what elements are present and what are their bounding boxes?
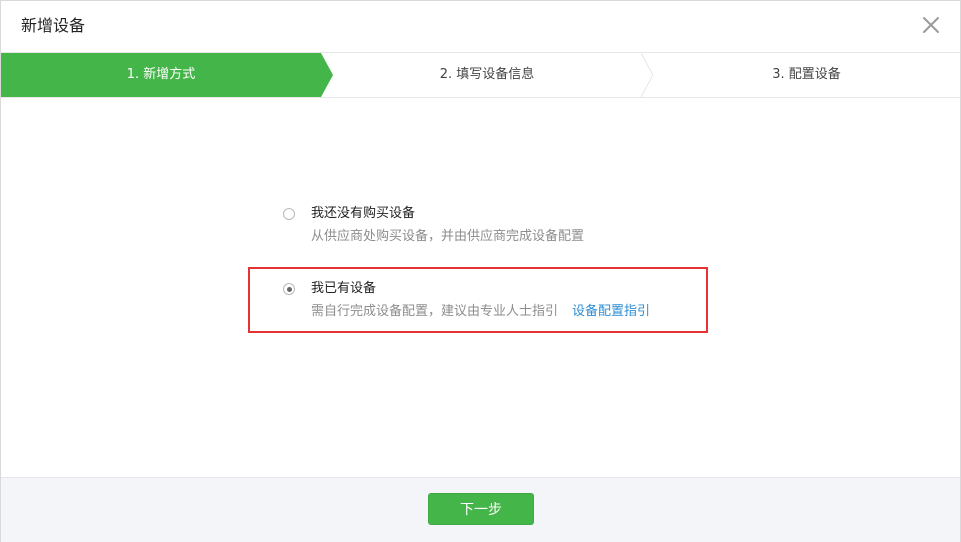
step-3: 3. 配置设备 [772,67,841,82]
step-divider [640,53,654,97]
dialog-title: 新增设备 [21,16,86,35]
option-have-device-description: 需自行完成设备配置，建议由专业人士指引 [311,304,559,319]
option-have-device-description-row: 需自行完成设备配置，建议由专业人士指引 设备配置指引 [311,303,650,321]
option-have-device-title: 我已有设备 [311,281,377,296]
radio-no-device[interactable] [283,208,295,220]
option-no-device-title: 我还没有购买设备 [311,206,416,221]
device-config-guide-link[interactable]: 设备配置指引 [572,304,650,319]
dialog-header: 新增设备 [1,1,960,51]
dialog-footer: 下一步 [1,477,960,542]
step-1: 1. 新增方式 [126,67,196,82]
next-step-button[interactable]: 下一步 [428,493,534,525]
close-icon[interactable] [922,16,940,34]
option-no-device-description: 从供应商处购买设备，并由供应商完成设备配置 [311,229,585,244]
step-progress-bar: 1. 新增方式 2. 填写设备信息 3. 配置设备 [1,52,960,98]
radio-have-device[interactable] [283,283,295,295]
highlight-annotation-box [248,267,708,333]
add-device-dialog: 新增设备 1. 新增方式 2. 填写设备信息 3. 配置设备 我还没有购买设备 … [0,0,961,542]
step-2: 2. 填写设备信息 [439,67,535,82]
